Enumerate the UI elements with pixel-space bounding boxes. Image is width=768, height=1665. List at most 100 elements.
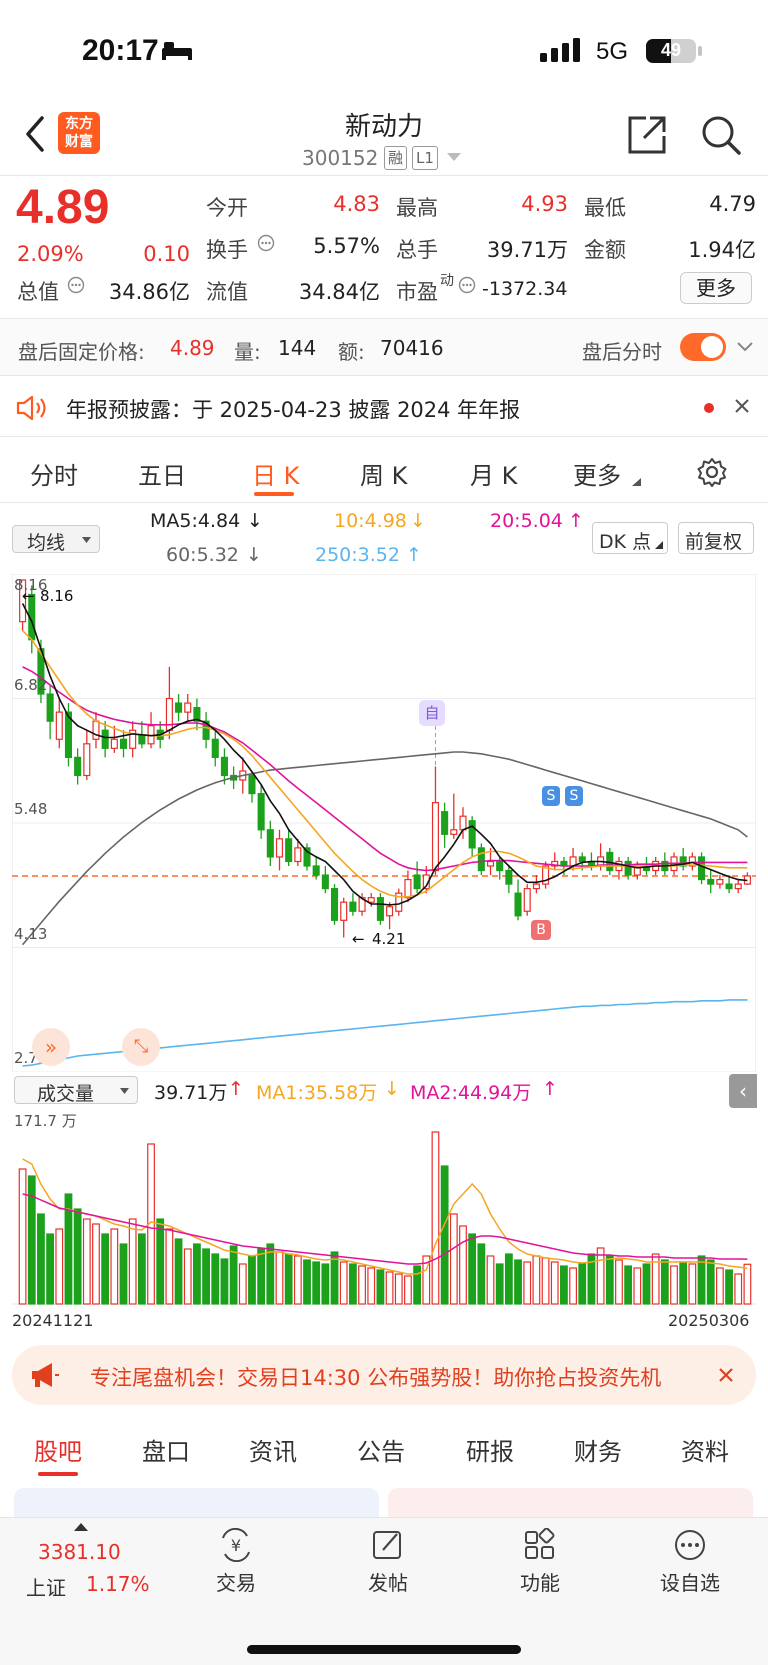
tab-post[interactable]: 发帖 xyxy=(338,1528,438,1596)
after-hours-toggle-label: 盘后分时 xyxy=(582,340,662,364)
volume-bar xyxy=(550,1261,559,1305)
candle xyxy=(83,743,91,777)
ma20-value: 20:5.04 xyxy=(490,510,563,532)
candle xyxy=(285,838,293,863)
stock-code: 300152 xyxy=(302,146,379,170)
signal-self-badge[interactable]: 自 xyxy=(419,700,445,726)
volume-bar xyxy=(284,1253,293,1305)
candle xyxy=(119,738,128,749)
volume-bar xyxy=(46,1233,55,1305)
search-icon[interactable] xyxy=(700,114,742,156)
volume-bar xyxy=(679,1261,688,1305)
volume-bar xyxy=(660,1259,669,1305)
section-tab-forum[interactable]: 股吧 xyxy=(34,1432,82,1467)
candle xyxy=(321,874,329,890)
stock-switch-chevron-icon[interactable] xyxy=(447,153,461,162)
forum-card-peek[interactable] xyxy=(14,1488,379,1518)
volume-bar xyxy=(431,1131,440,1305)
indicator-select[interactable]: 均线 xyxy=(12,525,100,554)
tab-trade[interactable]: ¥ 交易 xyxy=(186,1527,286,1596)
active-tab-underline xyxy=(254,492,294,496)
notice-divider xyxy=(0,436,768,437)
tab-more[interactable]: 更多 xyxy=(573,456,621,491)
signal-buy-badge[interactable]: B xyxy=(531,920,551,940)
collapse-panel-icon[interactable]: ‹ xyxy=(729,1074,757,1108)
tab-timeshare[interactable]: 分时 xyxy=(30,456,78,491)
fullscreen-icon[interactable]: ⤡ xyxy=(122,1028,160,1066)
volume-bar xyxy=(404,1275,412,1305)
notice-dot xyxy=(704,403,714,413)
volume-bar xyxy=(211,1253,220,1305)
section-active-underline xyxy=(38,1472,78,1476)
tab-post-label: 发帖 xyxy=(368,1571,408,1595)
volume-bar xyxy=(128,1218,137,1305)
volume-select-label: 成交量 xyxy=(37,1083,95,1105)
volume-bar xyxy=(596,1247,605,1305)
volume-bar xyxy=(688,1263,697,1305)
signal-sell-badge[interactable]: S xyxy=(565,786,583,806)
section-tab-news[interactable]: 资讯 xyxy=(249,1432,297,1467)
volume-bar xyxy=(193,1243,201,1305)
after-hours-toggle[interactable] xyxy=(680,333,726,361)
volume-bar xyxy=(394,1273,403,1305)
margin-tag: 融 xyxy=(384,146,408,170)
tab-functions[interactable]: 功能 xyxy=(490,1527,590,1596)
volume-chart[interactable] xyxy=(12,1108,756,1308)
kline-chart[interactable] xyxy=(12,574,756,1072)
volume-bar xyxy=(624,1265,633,1305)
index-expand-icon[interactable] xyxy=(74,1523,88,1531)
info-icon[interactable] xyxy=(67,276,85,294)
section-tab-finance[interactable]: 财务 xyxy=(574,1432,622,1467)
section-tab-research[interactable]: 研报 xyxy=(466,1432,514,1467)
expand-left-icon[interactable]: » xyxy=(32,1028,70,1066)
candle xyxy=(707,878,715,885)
ma10-value: 10:4.98 xyxy=(334,510,407,532)
signal-sell-badge[interactable]: S xyxy=(542,786,560,806)
hot-stocks-card-peek[interactable] xyxy=(388,1488,753,1518)
ma250-arrow: ↑ xyxy=(406,544,422,566)
dk-point-button[interactable]: DK 点 xyxy=(592,522,668,554)
candle xyxy=(349,901,357,912)
more-button[interactable]: 更多 xyxy=(680,272,752,304)
section-tab-announcements[interactable]: 公告 xyxy=(357,1432,405,1467)
volume-bar xyxy=(413,1265,422,1305)
candle xyxy=(331,888,339,921)
volume-indicator-select[interactable]: 成交量 xyxy=(14,1076,138,1105)
volume-bar xyxy=(642,1263,651,1305)
after-hours-amt-label: 额: xyxy=(338,340,365,364)
high-mark-arrow: ← xyxy=(22,587,35,605)
high-mark: 8.16 xyxy=(40,587,74,605)
volume-bar xyxy=(523,1261,532,1305)
after-hours-amt: 70416 xyxy=(380,336,444,360)
info-icon[interactable] xyxy=(458,276,476,294)
candle xyxy=(312,865,320,876)
share-icon[interactable] xyxy=(626,114,668,156)
volume-bar xyxy=(82,1218,91,1305)
tab-monthly-k[interactable]: 月 K xyxy=(470,456,517,491)
section-tab-profile[interactable]: 资料 xyxy=(681,1432,729,1467)
section-tab-orderbook[interactable]: 盘口 xyxy=(142,1432,190,1467)
close-icon[interactable] xyxy=(718,1367,734,1383)
settings-gear-icon[interactable] xyxy=(697,457,727,487)
candle xyxy=(340,901,348,921)
ma20-arrow: ↑ xyxy=(568,510,584,532)
forward-adjust-button[interactable]: 前复权 xyxy=(678,522,754,554)
volume-bar xyxy=(165,1228,174,1305)
volume-bar xyxy=(578,1263,587,1305)
float-value-label: 流值 xyxy=(206,280,248,304)
functions-grid-icon xyxy=(525,1527,555,1559)
info-icon[interactable] xyxy=(257,234,275,252)
close-icon[interactable] xyxy=(734,398,750,414)
tab-weekly-k[interactable]: 周 K xyxy=(360,456,407,491)
speaker-icon xyxy=(16,395,46,421)
chevron-down-icon[interactable] xyxy=(736,341,754,353)
volume-bar xyxy=(504,1253,513,1305)
index-value[interactable]: 3381.10 xyxy=(38,1540,121,1564)
tab-add-watchlist[interactable]: 设自选 xyxy=(640,1528,740,1596)
tab-daily-k[interactable]: 日 K xyxy=(252,456,299,491)
tab-five-day[interactable]: 五日 xyxy=(138,456,186,491)
candle xyxy=(413,874,421,890)
volume-bar xyxy=(18,1168,27,1305)
volume-bar xyxy=(560,1265,568,1305)
notice-text[interactable]: 年报预披露：于 2025-04-23 披露 2024 年年报 xyxy=(66,394,520,424)
